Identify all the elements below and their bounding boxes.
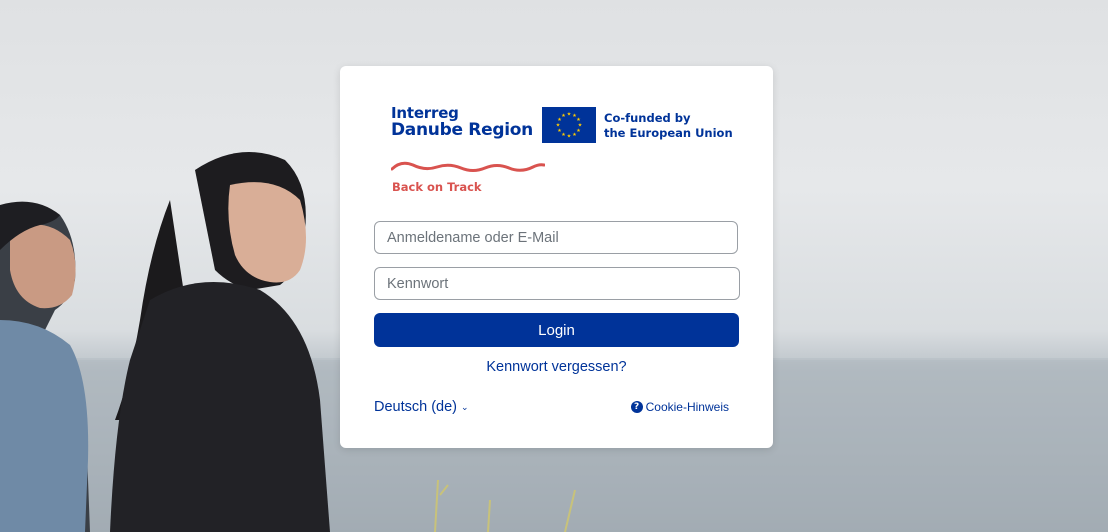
interreg-logo: Interreg Danube Region	[391, 106, 533, 139]
svg-text:★: ★	[557, 128, 562, 134]
password-input[interactable]	[374, 267, 740, 300]
cookie-notice-link[interactable]: ? Cookie-Hinweis	[630, 400, 729, 414]
login-button[interactable]: Login	[374, 313, 739, 347]
interreg-logo-line2: Danube Region	[391, 120, 533, 140]
eu-text-line2: the European Union	[604, 126, 733, 140]
eu-flag-icon: ★ ★ ★ ★ ★ ★ ★ ★ ★ ★ ★ ★	[542, 107, 596, 143]
svg-text:★: ★	[567, 134, 572, 140]
cookie-label: Cookie-Hinweis	[645, 400, 729, 414]
svg-text:★: ★	[561, 132, 566, 138]
chevron-down-icon: ⌄	[461, 402, 469, 412]
interreg-logo-line1: Interreg	[391, 104, 459, 122]
forgot-password-link[interactable]: Kennwort vergessen?	[340, 359, 773, 375]
login-card: Interreg Danube Region ★ ★ ★ ★ ★ ★ ★ ★ ★…	[340, 66, 773, 448]
question-circle-icon: ?	[630, 401, 643, 413]
svg-text:★: ★	[561, 113, 566, 119]
svg-text:★: ★	[556, 123, 561, 129]
project-name: Back on Track	[392, 180, 482, 194]
username-input[interactable]	[374, 221, 738, 254]
svg-text:★: ★	[567, 112, 572, 118]
svg-text:★: ★	[576, 128, 581, 134]
eu-text-line1: Co-funded by	[604, 111, 691, 125]
svg-text:★: ★	[572, 132, 577, 138]
language-label: Deutsch (de)	[374, 399, 458, 415]
wave-icon	[391, 161, 545, 172]
language-selector[interactable]: Deutsch (de) ⌄	[374, 399, 469, 415]
eu-cofunded-text: Co-funded by the European Union	[604, 111, 733, 141]
